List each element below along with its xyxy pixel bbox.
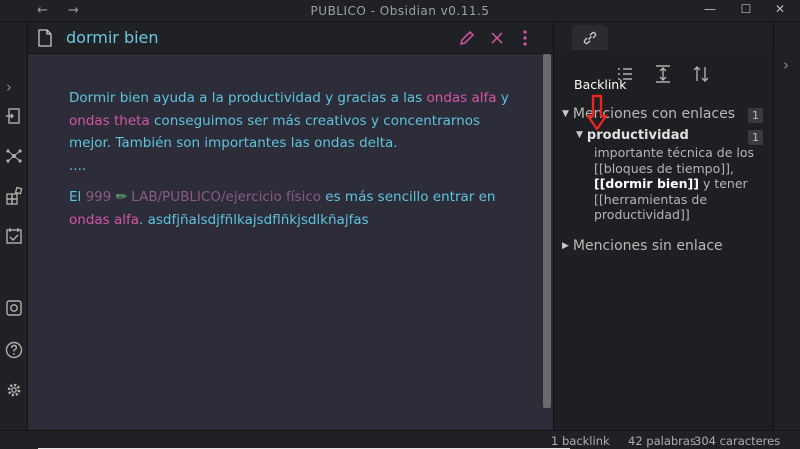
settings-icon[interactable]	[4, 380, 24, 400]
minimize-button[interactable]: —	[700, 2, 720, 16]
unlinked-mentions-header[interactable]: ▶ Menciones sin enlace	[562, 238, 723, 254]
edit-pencil-icon[interactable]	[459, 30, 475, 46]
expand-arrow-icon: ▼	[562, 109, 569, 119]
maximize-button[interactable]: ☐	[736, 2, 756, 16]
internal-link[interactable]: ondas alfa	[69, 212, 139, 228]
link-icon	[583, 31, 597, 45]
collapse-arrow-icon: ▶	[562, 241, 569, 251]
pencil-emoji-icon: ✏	[115, 189, 127, 205]
file-icon	[38, 29, 52, 47]
right-tab-bar	[554, 22, 774, 50]
internal-link[interactable]: ondas alfa	[427, 90, 497, 106]
text: y	[496, 90, 509, 106]
graph-icon[interactable]	[4, 146, 24, 166]
text: El	[69, 189, 86, 205]
help-icon[interactable]	[4, 340, 24, 360]
ellipsis-text: ....	[69, 157, 87, 174]
show-context-icon[interactable]	[653, 64, 673, 84]
number-text: 999	[85, 189, 112, 205]
collapse-right-sidebar-button[interactable]: ›	[783, 56, 789, 74]
expand-left-sidebar-button[interactable]: ›	[6, 78, 12, 96]
internal-link[interactable]: ondas theta	[69, 113, 150, 129]
more-options-icon[interactable]	[522, 29, 528, 47]
file-title[interactable]: dormir bien	[66, 28, 159, 47]
backlink-annotation: Backlink	[574, 77, 627, 92]
unlinked-mentions-label: Menciones sin enlace	[572, 238, 723, 254]
tab-backlinks[interactable]	[572, 25, 608, 50]
right-collapse-bar: ›	[773, 22, 800, 430]
editor-scrollbar[interactable]	[543, 54, 551, 408]
text: Dormir bien ayuda a la productividad y g…	[69, 90, 427, 106]
templates-icon[interactable]	[4, 186, 24, 206]
snippet-match: [[dormir bien]]	[594, 176, 699, 191]
annotation-arrow-icon	[586, 94, 608, 131]
status-backlinks[interactable]: 1 backlink	[551, 434, 610, 448]
expand-arrow-icon: ▼	[576, 130, 583, 140]
open-file-icon[interactable]	[4, 106, 24, 126]
status-bar: 1 backlink 42 palabras 304 caracteres	[0, 430, 800, 449]
left-ribbon: ›	[0, 22, 28, 430]
vault-icon[interactable]	[4, 298, 24, 318]
text: es más sencillo entrar en	[321, 189, 496, 205]
paragraph-2: El 999 ✏ LAB/PUBLICO/ejercicio físico es…	[69, 186, 519, 231]
close-pane-icon[interactable]	[490, 31, 504, 45]
sort-icon[interactable]	[691, 64, 711, 84]
daily-note-icon[interactable]	[4, 226, 24, 246]
editor-content[interactable]: Dormir bien ayuda a la productividad y g…	[28, 54, 553, 430]
item-count-badge: 1	[748, 130, 763, 145]
path-link[interactable]: LAB/PUBLICO/ejercicio físico	[131, 189, 321, 205]
status-word-count: 42 palabras	[628, 434, 696, 448]
snippet-text: importante técnica de los [[bloques de t…	[594, 145, 755, 176]
text: . asdfjñalsdjfñlkajsdflñkjsdlkñajfas	[139, 211, 369, 228]
backlink-snippet[interactable]: importante técnica de los [[bloques de t…	[594, 145, 764, 223]
status-char-count: 304 caracteres	[694, 434, 781, 448]
window-title: PUBLICO - Obsidian v0.11.5	[310, 4, 490, 18]
paragraph-1: Dormir bien ayuda a la productividad y g…	[69, 87, 519, 177]
close-window-button[interactable]: ✕	[770, 2, 790, 16]
linked-count-badge: 1	[748, 108, 763, 123]
editor-pane: dormir bien Dormir bien ayuda a la produ…	[28, 22, 553, 430]
title-bar: ← → PUBLICO - Obsidian v0.11.5 — ☐ ✕	[0, 0, 800, 22]
editor-header: dormir bien	[28, 22, 553, 54]
